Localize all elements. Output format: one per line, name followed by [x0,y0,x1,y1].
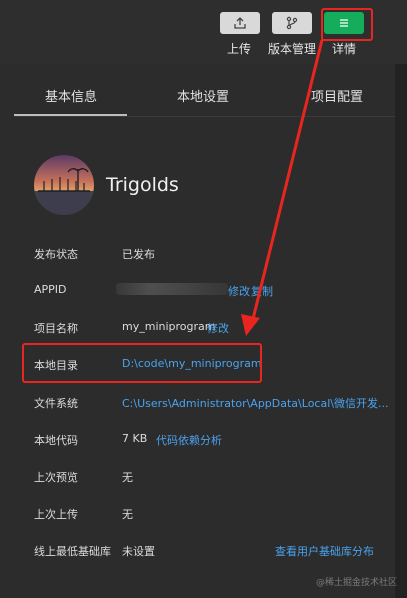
upload-button[interactable] [220,12,260,34]
local-code-size: 7 KB [122,432,148,445]
min-base-library-label: 线上最低基础库 [34,545,111,558]
details-highlight-box [321,8,373,41]
project-name-label: 项目名称 [34,322,78,335]
last-upload-label: 上次上传 [34,508,78,521]
local-code-label: 本地代码 [34,434,78,447]
tab-local-settings[interactable]: 本地设置 [177,86,229,105]
tab-bar: 基本信息 本地设置 项目配置 [0,64,395,118]
upload-icon [234,17,246,29]
last-upload-value: 无 [122,508,133,521]
publish-status-value: 已发布 [122,248,155,261]
scrollbar[interactable] [395,64,407,598]
file-system-label: 文件系统 [34,397,78,410]
tabs-divider [14,116,395,117]
local-directory-highlight-box [22,343,262,383]
appid-edit-link[interactable]: 修改 [228,283,250,299]
project-avatar [34,155,94,215]
file-system-value[interactable]: C:\Users\Administrator\AppData\Local\微信开… [122,395,388,411]
version-management-button[interactable] [272,12,312,34]
appid-copy-link[interactable]: 复制 [251,283,273,299]
details-label: 详情 [332,42,357,56]
project-name-edit-link[interactable]: 修改 [207,320,229,336]
watermark: @稀土掘金技术社区 [316,578,398,588]
publish-status-label: 发布状态 [34,248,78,261]
last-preview-label: 上次预览 [34,471,78,484]
version-management-label: 版本管理 [268,42,317,56]
branch-icon [286,16,298,30]
min-base-library-value: 未设置 [122,545,155,558]
appid-label: APPID [34,283,67,296]
project-name: Trigolds [106,174,179,196]
last-preview-value: 无 [122,471,133,484]
project-name-value: my_miniprogram [122,320,216,333]
base-library-distribution-link[interactable]: 查看用户基础库分布 [275,543,374,559]
tab-basic-info[interactable]: 基本信息 [45,86,97,105]
code-dependency-analysis-link[interactable]: 代码依赖分析 [156,432,222,448]
tab-project-config[interactable]: 项目配置 [311,86,363,105]
upload-label: 上传 [227,42,252,56]
appid-value-redacted [116,283,228,295]
